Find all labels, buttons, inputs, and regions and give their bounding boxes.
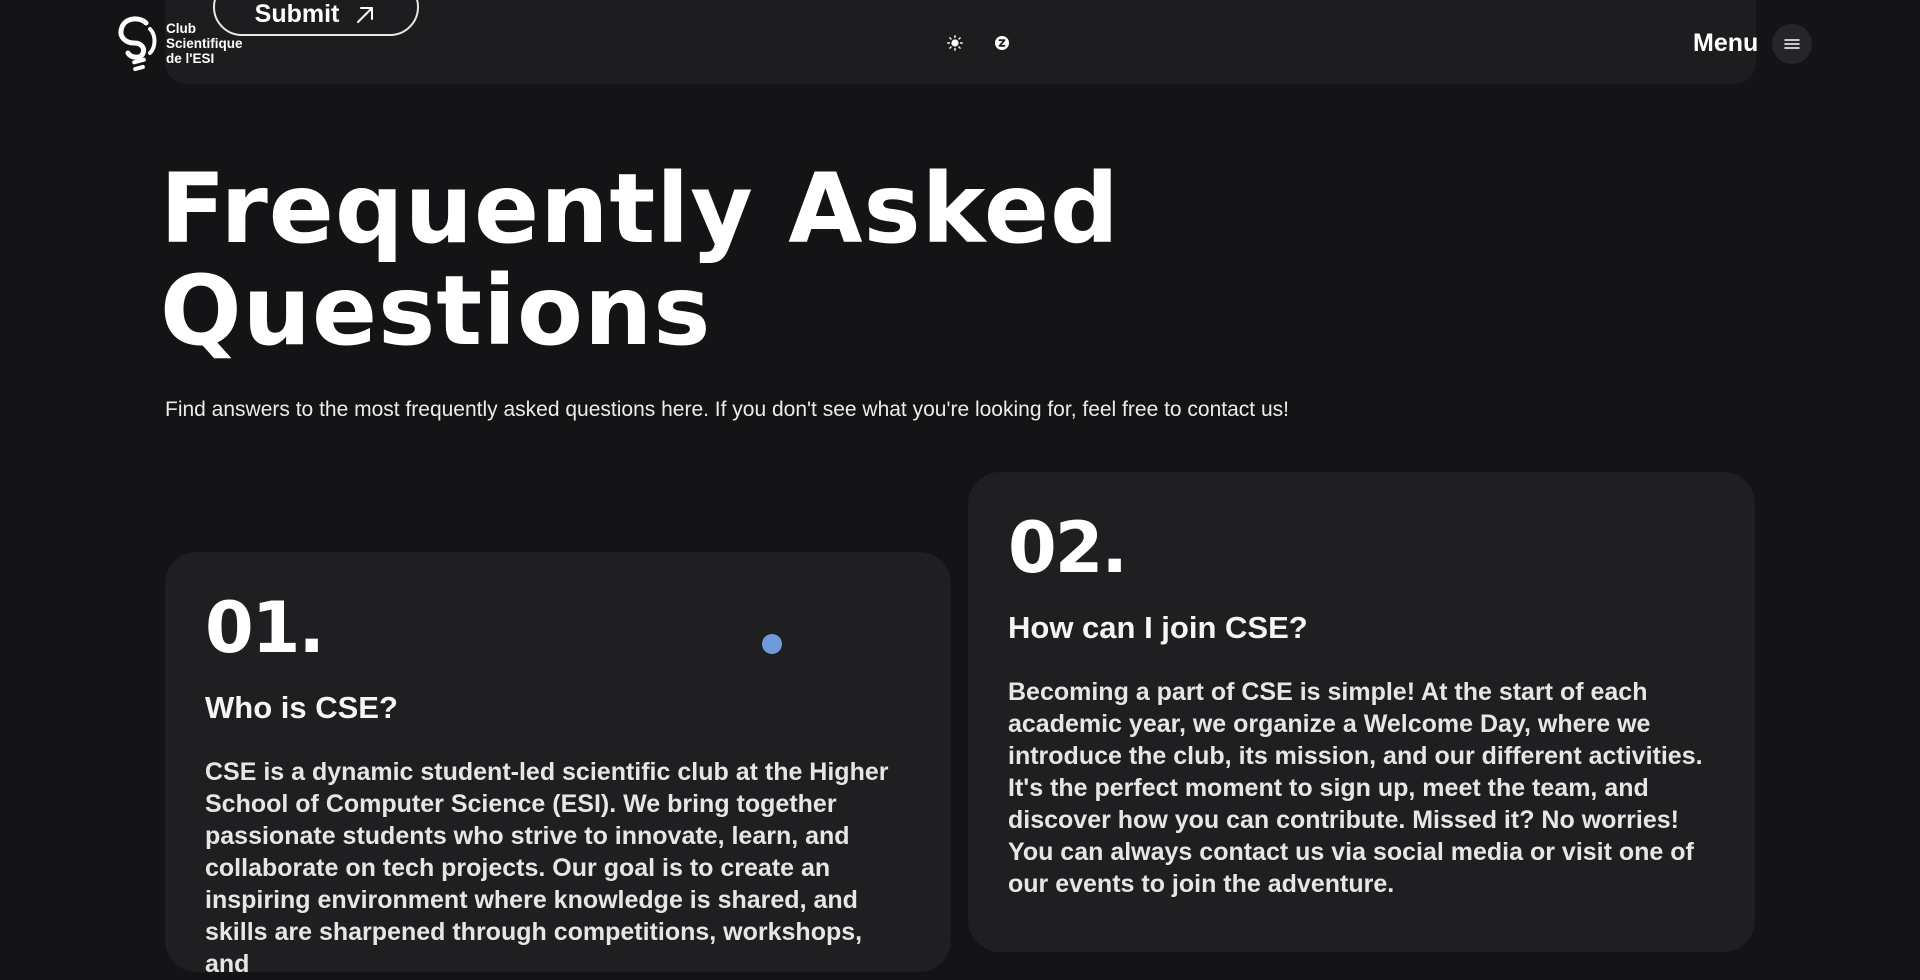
arrow-up-right-icon (357, 6, 374, 23)
logo-line: de l'ESI (166, 50, 215, 66)
faq-card: 01. Who is CSE? CSE is a dynamic student… (165, 552, 951, 978)
menu-label[interactable]: Menu (1693, 29, 1758, 58)
dark-theme-toggle[interactable] (992, 33, 1012, 53)
faq-number: 01. (205, 587, 325, 669)
page-title-line: Questions (160, 255, 712, 367)
faq-question: Who is CSE? (205, 690, 398, 725)
faq-answer: CSE is a dynamic student-led scientific … (205, 758, 889, 978)
light-theme-toggle[interactable] (945, 33, 965, 53)
moon-icon (995, 36, 1009, 50)
faq-number: 02. (1008, 507, 1128, 589)
cse-logo-icon (118, 16, 157, 72)
submit-button[interactable]: Submit (213, 0, 419, 36)
page-subtitle: Find answers to the most frequently aske… (165, 398, 1289, 421)
submit-button-label: Submit (254, 0, 340, 28)
faq-answer: Becoming a part of CSE is simple! At the… (1008, 678, 1703, 898)
cursor-follower-dot (762, 634, 782, 654)
page-title-line: Frequently Asked (160, 153, 1120, 265)
page-title: Frequently Asked Questions (160, 158, 1360, 362)
menu-button[interactable] (1772, 24, 1812, 64)
sun-icon (947, 35, 963, 51)
hamburger-icon (1784, 39, 1800, 49)
faq-question: How can I join CSE? (1008, 610, 1308, 645)
logo-line: Scientifique (166, 35, 243, 51)
faq-card: 02. How can I join CSE? Becoming a part … (968, 472, 1755, 952)
